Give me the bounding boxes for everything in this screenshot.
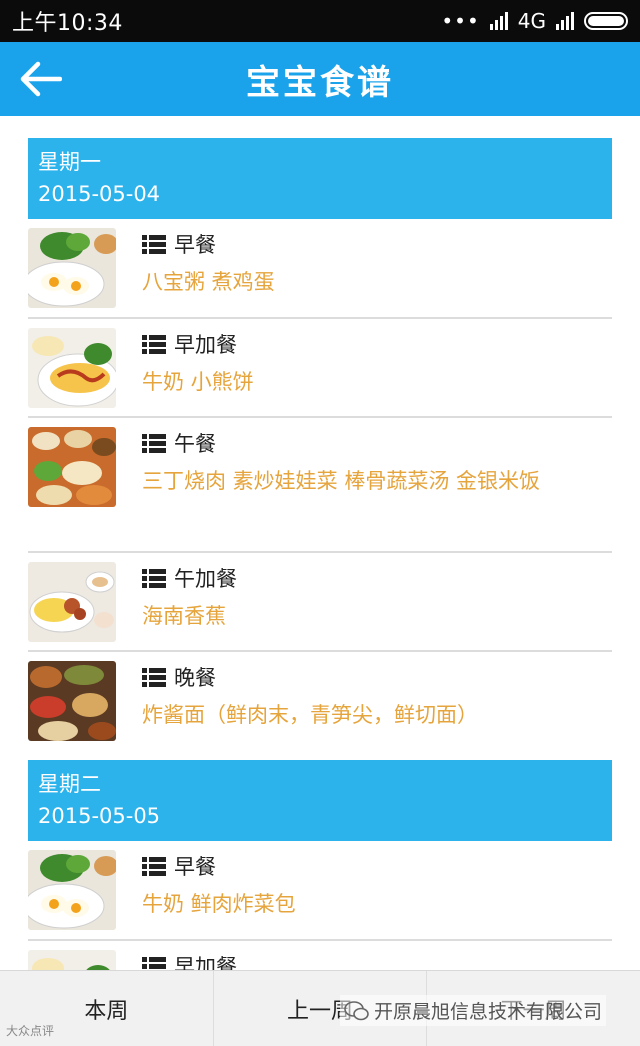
status-icons: ••• 4G — [441, 9, 628, 33]
wechat-icon — [344, 1000, 369, 1020]
day-name: 星期二 — [38, 772, 101, 796]
meal-items: 海南香蕉 — [142, 604, 226, 628]
network-type: 4G — [517, 9, 546, 33]
meal-name: 早餐 — [174, 855, 216, 879]
battery-icon — [584, 12, 628, 30]
meal-image-omelette — [28, 950, 116, 970]
meal-row[interactable]: 早餐 牛奶 鲜肉炸菜包 — [28, 841, 612, 941]
meal-row[interactable]: 午餐 三丁烧肉 素炒娃娃菜 棒骨蔬菜汤 金银米饭 — [28, 418, 612, 553]
day-date: 2015-05-04 — [38, 182, 161, 206]
arrow-left-icon — [20, 61, 62, 97]
meal-name: 早餐 — [174, 233, 216, 257]
meal-row[interactable]: 早餐 八宝粥 煮鸡蛋 — [28, 219, 612, 319]
page-title: 宝宝食谱 — [246, 62, 394, 103]
day-name: 星期一 — [38, 150, 101, 174]
meal-image-snack — [28, 562, 116, 642]
back-button[interactable] — [10, 49, 70, 109]
menu-list[interactable]: 星期一 2015-05-04 早餐 八宝粥 煮鸡蛋 早加餐 牛奶 小熊饼 午餐 … — [0, 116, 640, 970]
meal-items: 三丁烧肉 素炒娃娃菜 棒骨蔬菜汤 金银米饭 — [142, 469, 541, 493]
meal-row[interactable]: 午加餐 海南香蕉 — [28, 553, 612, 652]
status-bar: 上午10:34 ••• 4G — [0, 0, 640, 42]
meal-items: 八宝粥 煮鸡蛋 — [142, 270, 275, 294]
day-header: 星期二 2015-05-05 — [28, 760, 612, 841]
meal-row[interactable]: 早加餐 牛奶 小熊饼 — [28, 319, 612, 418]
watermark: 开原晨旭信息技术有限公司 — [340, 995, 607, 1026]
meal-name: 午餐 — [174, 432, 216, 456]
meal-image-lunch — [28, 427, 116, 507]
watermark-text: 开原晨旭信息技术有限公司 — [374, 1001, 603, 1023]
list-icon — [142, 569, 166, 588]
day-header: 星期一 2015-05-04 — [28, 138, 612, 219]
meal-image-omelette — [28, 328, 116, 408]
list-icon — [142, 668, 166, 687]
signal-strength-icon — [489, 12, 508, 30]
meal-items: 牛奶 鲜肉炸菜包 — [142, 892, 296, 916]
meal-image-breakfast — [28, 228, 116, 308]
meal-image-breakfast — [28, 850, 116, 930]
watermark-left: 大众点评 — [6, 1024, 55, 1038]
status-time: 上午10:34 — [12, 11, 123, 36]
meal-items: 炸酱面（鲜肉末，青笋尖，鲜切面） — [142, 703, 478, 727]
meal-row[interactable]: 晚餐 炸酱面（鲜肉末，青笋尖，鲜切面） — [28, 652, 612, 750]
list-icon — [142, 235, 166, 254]
list-icon — [142, 957, 166, 969]
meal-name: 早加餐 — [174, 333, 237, 357]
list-icon — [142, 857, 166, 876]
meal-name: 午加餐 — [174, 567, 237, 591]
meal-image-dinner — [28, 661, 116, 741]
list-icon — [142, 335, 166, 354]
meal-items: 牛奶 小熊饼 — [142, 370, 254, 394]
list-icon — [142, 434, 166, 453]
meal-row[interactable]: 早加餐 — [28, 941, 612, 970]
notification-dots-icon: ••• — [441, 9, 480, 33]
meal-name: 晚餐 — [174, 666, 216, 690]
meal-name: 早加餐 — [174, 955, 237, 970]
wifi-signal-icon — [556, 12, 574, 30]
day-date: 2015-05-05 — [38, 804, 161, 828]
app-bar: 宝宝食谱 — [0, 42, 640, 116]
